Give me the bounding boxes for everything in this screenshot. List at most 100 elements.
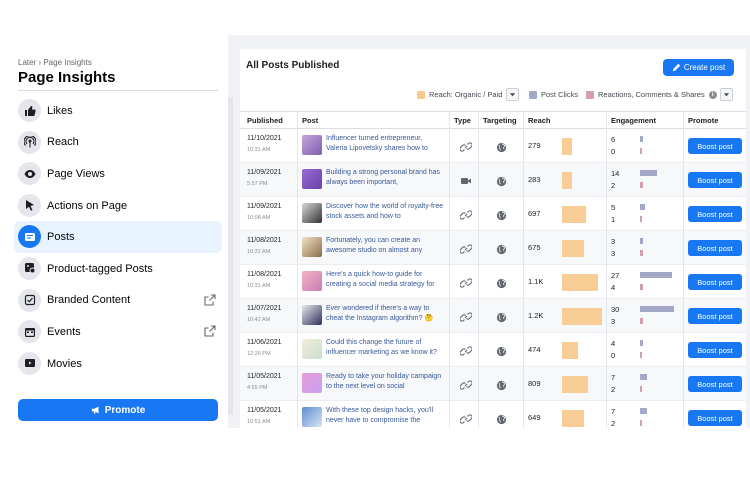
post-text-link[interactable]: With these top design hacks, you'll neve… — [326, 406, 444, 427]
reach-dropdown[interactable] — [506, 88, 519, 101]
create-post-button[interactable]: Create post — [663, 59, 734, 76]
cursor-icon — [18, 193, 41, 217]
post-thumbnail[interactable] — [302, 339, 322, 359]
promote-button[interactable]: Promote — [18, 399, 218, 421]
column-header-engagement[interactable]: Engagement — [611, 116, 656, 125]
column-header-post: Post — [302, 116, 319, 125]
boost-post-button[interactable]: Boost post — [688, 206, 742, 222]
column-divider — [683, 111, 684, 428]
reach-bar — [562, 138, 572, 155]
sidebar-item-label: Movies — [47, 357, 82, 370]
engagement-clicks-bar — [640, 374, 647, 380]
post-thumbnail[interactable] — [302, 305, 322, 325]
reach-value: 279 — [528, 141, 541, 150]
globe-icon — [496, 174, 507, 187]
external-link-icon — [204, 325, 216, 337]
boost-post-button[interactable]: Boost post — [688, 308, 742, 324]
reach-bar — [562, 342, 578, 359]
link-icon — [459, 242, 473, 254]
post-text-link[interactable]: Could this change the future of influenc… — [326, 338, 444, 359]
sidebar-item-branded-content[interactable]: Branded Content — [14, 285, 222, 317]
sidebar-item-label: Page Views — [47, 167, 105, 180]
link-icon — [459, 310, 473, 322]
column-header-promote: Promote — [688, 116, 719, 125]
boost-post-button[interactable]: Boost post — [688, 274, 742, 290]
link-icon — [459, 140, 473, 152]
sidebar-item-product-tagged-posts[interactable]: Product-tagged Posts — [14, 253, 222, 285]
reach-value: 809 — [528, 379, 541, 388]
sidebar-item-label: Reach — [47, 136, 79, 149]
boost-post-button[interactable]: Boost post — [688, 138, 742, 154]
sidebar-item-posts[interactable]: Posts — [14, 221, 222, 253]
published-date: 11/06/2021 — [247, 339, 282, 346]
engagement-reactions-value: 0 — [611, 147, 616, 156]
boost-post-button[interactable]: Boost post — [688, 376, 742, 392]
engagement-clicks-value: 6 — [611, 135, 616, 144]
reach-value: 474 — [528, 345, 541, 354]
promote-label: Promote — [104, 404, 146, 416]
post-thumbnail[interactable] — [302, 407, 322, 427]
engagement-clicks-value: 3 — [611, 237, 616, 246]
published-time: 10:08 AM — [247, 215, 271, 221]
column-header-reach[interactable]: Reach — [528, 116, 551, 125]
breadcrumb[interactable]: Later › Page Insights — [18, 58, 92, 67]
post-text-link[interactable]: Here's a quick how-to guide for creating… — [326, 270, 444, 291]
engagement-reactions-bar — [640, 148, 642, 154]
sidebar-item-actions-on-page[interactable]: Actions on Page — [14, 190, 222, 222]
link-icon — [459, 378, 473, 390]
boost-post-button[interactable]: Boost post — [688, 342, 742, 358]
thumbs-up-icon — [18, 99, 41, 122]
legend-reach: Reach: Organic / Paid — [417, 90, 502, 99]
engagement-clicks-value: 7 — [611, 373, 616, 382]
engagement-clicks-value: 14 — [611, 169, 620, 178]
column-divider — [478, 111, 479, 428]
post-thumbnail[interactable] — [302, 203, 322, 223]
engagement-dropdown[interactable] — [720, 88, 733, 101]
nav-fade — [14, 381, 222, 391]
published-date: 11/09/2021 — [247, 169, 282, 176]
sidebar-item-events[interactable]: Events — [14, 316, 222, 348]
post-text-link[interactable]: Building a strong personal brand has alw… — [326, 168, 444, 189]
legend-label: Reactions, Comments & Shares — [598, 90, 705, 99]
sidebar-item-reach[interactable]: Reach — [14, 127, 222, 159]
post-thumbnail[interactable] — [302, 237, 322, 257]
reach-bar — [562, 410, 584, 427]
post-thumbnail[interactable] — [302, 271, 322, 291]
post-text-link[interactable]: Influencer turned entrepreneur, Valeria … — [326, 134, 444, 155]
column-header-published[interactable]: Published — [247, 116, 283, 125]
engagement-reactions-value: 4 — [611, 283, 616, 292]
post-thumbnail[interactable] — [302, 169, 322, 189]
table-scrollbar[interactable] — [228, 97, 233, 415]
reach-value: 649 — [528, 413, 541, 422]
globe-icon — [496, 140, 507, 153]
engagement-clicks-value: 27 — [611, 271, 620, 280]
sidebar-divider — [18, 90, 218, 91]
published-date: 11/10/2021 — [247, 135, 282, 142]
sidebar-item-page-views[interactable]: Page Views — [14, 158, 222, 190]
engagement-reactions-bar — [640, 386, 643, 392]
sidebar-item-label: Events — [47, 325, 81, 338]
legend-swatch — [529, 90, 537, 99]
sidebar-item-likes[interactable]: Likes — [14, 95, 222, 127]
post-text-link[interactable]: Discover how the world of royalty-free s… — [326, 202, 444, 223]
reach-value: 1.1K — [528, 277, 544, 286]
reach-value: 675 — [528, 243, 541, 252]
post-thumbnail[interactable] — [302, 373, 322, 393]
sidebar-item-movies[interactable]: Movies — [14, 348, 222, 380]
boost-post-button[interactable]: Boost post — [688, 410, 742, 426]
column-divider — [606, 111, 607, 428]
post-thumbnail[interactable] — [302, 135, 322, 155]
page-title: Page Insights — [18, 69, 116, 86]
post-text-link[interactable]: Ready to take your holiday campaign to t… — [326, 372, 444, 393]
globe-icon — [496, 208, 507, 221]
engagement-clicks-value: 30 — [611, 305, 620, 314]
table-row: 11/05/2021 4:55 PM Ready to take your holi… — [240, 367, 746, 401]
info-icon[interactable]: i — [708, 90, 717, 99]
post-text-link[interactable]: Fortunately, you can create an awesome s… — [326, 236, 444, 257]
engagement-reactions-value: 2 — [611, 181, 616, 190]
boost-post-button[interactable]: Boost post — [688, 172, 742, 188]
legend-label: Reach: Organic / Paid — [429, 90, 503, 99]
post-text-link[interactable]: Ever wondered if there's a way to cheat … — [326, 304, 444, 325]
boost-post-button[interactable]: Boost post — [688, 240, 742, 256]
table-row: 11/08/2021 10:31 AM Here's a quick how-to … — [240, 265, 746, 299]
